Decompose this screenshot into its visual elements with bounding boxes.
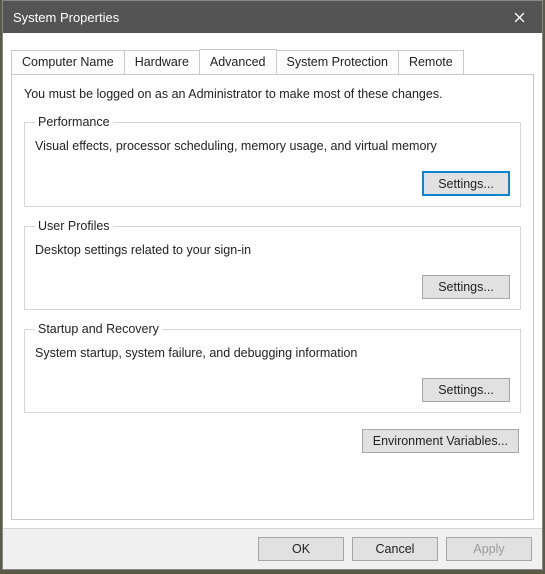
performance-settings-button[interactable]: Settings... xyxy=(422,171,510,196)
tab-panel-advanced: You must be logged on as an Administrato… xyxy=(11,74,534,520)
tab-hardware[interactable]: Hardware xyxy=(125,50,200,75)
tab-system-protection[interactable]: System Protection xyxy=(277,50,399,75)
close-button[interactable] xyxy=(497,1,542,33)
group-performance-desc: Visual effects, processor scheduling, me… xyxy=(35,139,510,153)
cancel-button[interactable]: Cancel xyxy=(352,537,438,561)
intro-text: You must be logged on as an Administrato… xyxy=(24,87,521,101)
titlebar: System Properties xyxy=(3,1,542,33)
client-area: Computer Name Hardware Advanced System P… xyxy=(3,33,542,528)
startup-recovery-settings-button[interactable]: Settings... xyxy=(422,378,510,402)
tab-strip: Computer Name Hardware Advanced System P… xyxy=(11,49,534,74)
close-icon xyxy=(514,12,525,23)
system-properties-window: System Properties Computer Name Hardware… xyxy=(2,0,543,570)
user-profiles-settings-button[interactable]: Settings... xyxy=(422,275,510,299)
group-user-profiles-desc: Desktop settings related to your sign-in xyxy=(35,243,510,257)
group-performance-legend: Performance xyxy=(35,115,113,129)
group-performance: Performance Visual effects, processor sc… xyxy=(24,115,521,207)
tab-advanced[interactable]: Advanced xyxy=(200,49,277,74)
apply-button[interactable]: Apply xyxy=(446,537,532,561)
tab-computer-name[interactable]: Computer Name xyxy=(11,50,125,75)
environment-variables-button[interactable]: Environment Variables... xyxy=(362,429,519,453)
window-title: System Properties xyxy=(13,10,119,25)
group-startup-recovery-desc: System startup, system failure, and debu… xyxy=(35,346,510,360)
group-user-profiles-legend: User Profiles xyxy=(35,219,113,233)
group-user-profiles: User Profiles Desktop settings related t… xyxy=(24,219,521,310)
group-startup-recovery-legend: Startup and Recovery xyxy=(35,322,162,336)
group-startup-recovery: Startup and Recovery System startup, sys… xyxy=(24,322,521,413)
ok-button[interactable]: OK xyxy=(258,537,344,561)
dialog-footer: OK Cancel Apply xyxy=(3,528,542,569)
tab-remote[interactable]: Remote xyxy=(399,50,464,75)
